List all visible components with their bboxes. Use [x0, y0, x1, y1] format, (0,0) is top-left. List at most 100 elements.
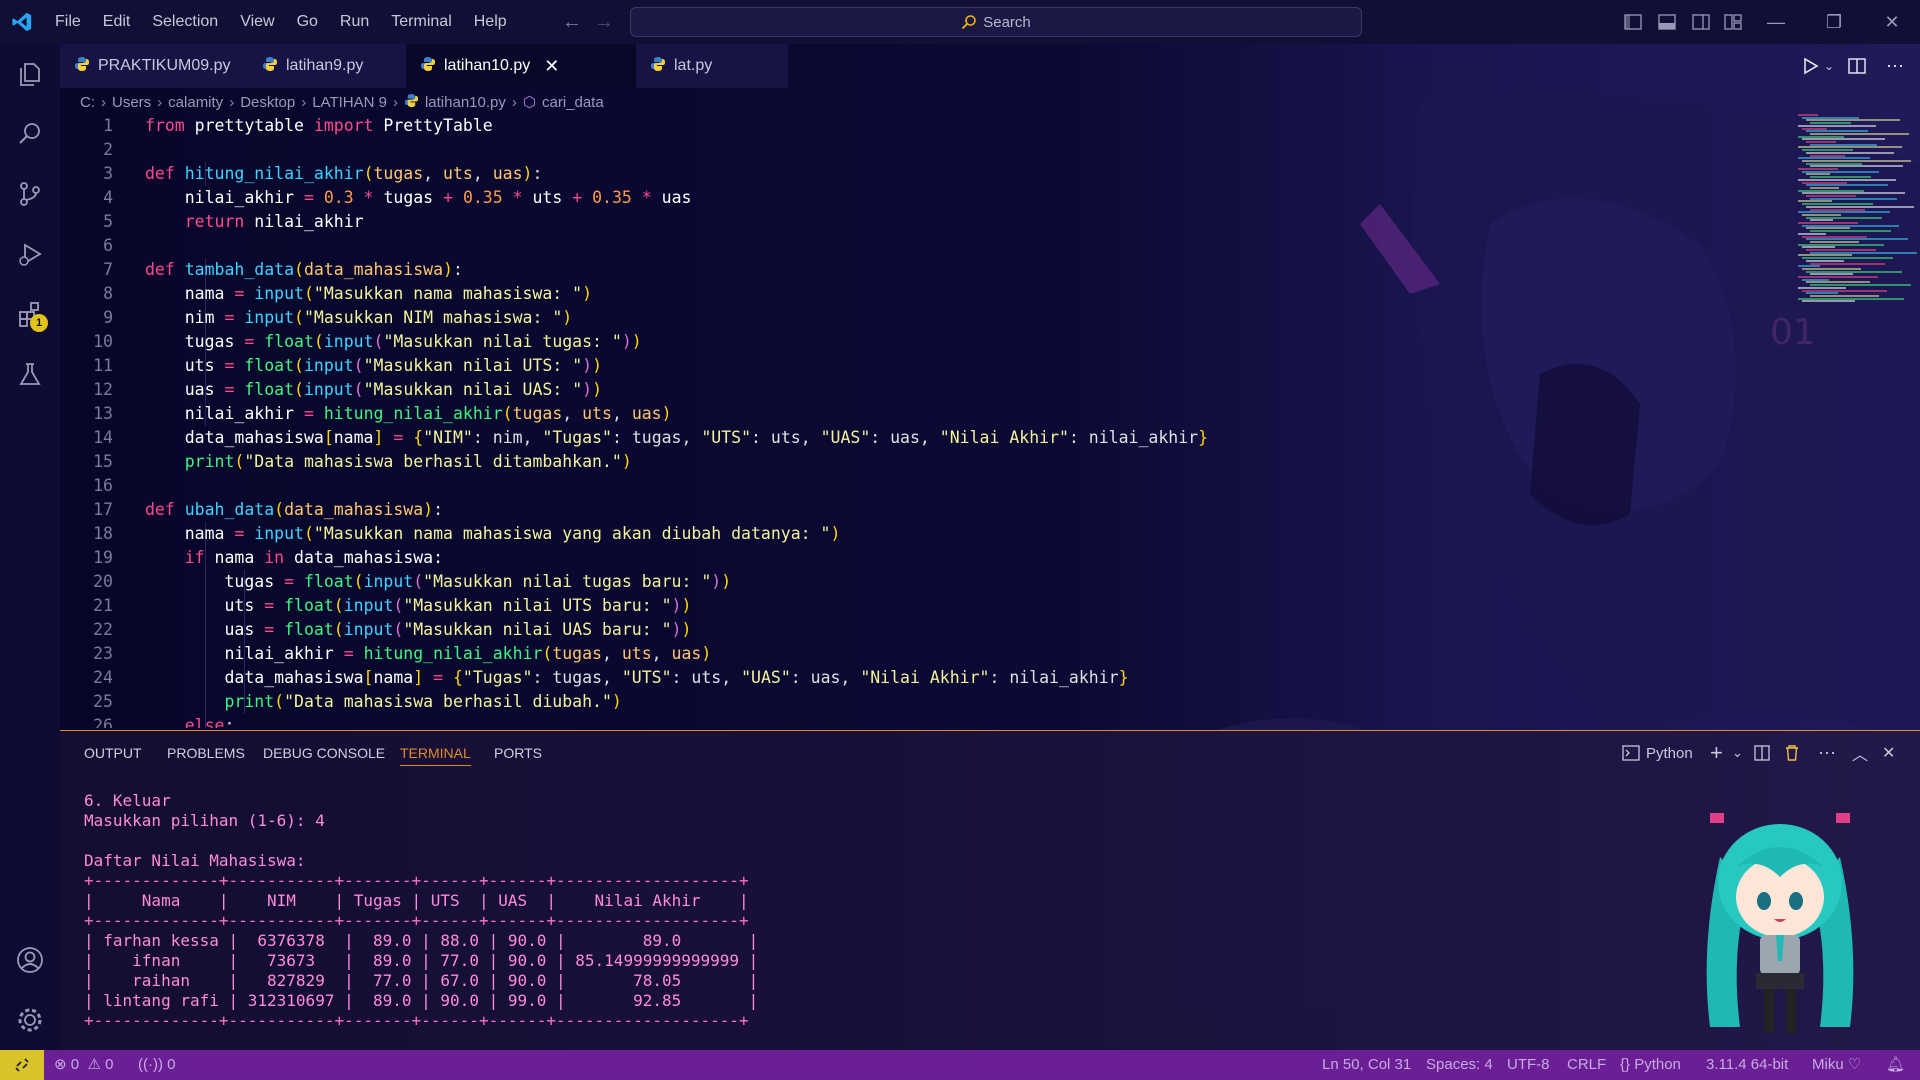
menu-go[interactable]: Go [286, 0, 329, 44]
search-view-icon[interactable] [0, 106, 60, 162]
breadcrumb-item[interactable]: C: [80, 94, 95, 111]
minimize-icon[interactable]: — [1756, 0, 1796, 44]
tab-debug-console[interactable]: DEBUG CONSOLE [263, 745, 385, 761]
run-dropdown-icon[interactable]: ⌄ [1824, 59, 1834, 73]
trash-icon[interactable] [1784, 741, 1800, 765]
code-text: nim = input("Masukkan NIM mahasiswa: ") [145, 306, 572, 330]
line-number: 13 [93, 404, 113, 423]
tab-latihan10[interactable]: latihan10.py ✕ [406, 44, 636, 88]
menu-run[interactable]: Run [329, 0, 380, 44]
menu-terminal[interactable]: Terminal [380, 0, 462, 44]
cursor-position[interactable]: Ln 50, Col 31 [1322, 1050, 1411, 1080]
code-token: import [313, 116, 374, 135]
eol-status[interactable]: CRLF [1567, 1050, 1606, 1080]
remote-connection-icon[interactable] [0, 1050, 44, 1080]
manage-gear-icon[interactable] [0, 992, 60, 1048]
code-token: ) [631, 332, 642, 351]
tab-latihan9[interactable]: latihan9.py [248, 44, 406, 88]
breadcrumb-item[interactable]: LATIHAN 9 [312, 94, 387, 111]
close-panel-icon[interactable]: ✕ [1882, 741, 1895, 765]
menu-view[interactable]: View [229, 0, 285, 44]
menu-help[interactable]: Help [463, 0, 518, 44]
maximize-panel-icon[interactable]: ︿ [1852, 741, 1868, 765]
menu-edit[interactable]: Edit [92, 0, 142, 44]
tab-praktikum09[interactable]: PRAKTIKUM09.py [60, 44, 248, 88]
breadcrumb-item[interactable]: Users [112, 94, 151, 111]
line-number: 17 [93, 500, 113, 519]
customize-layout-icon[interactable] [1713, 0, 1753, 44]
run-python-file-icon[interactable]: ⌄ [1800, 44, 1834, 88]
minimap-line [1810, 165, 1903, 168]
line-number: 12 [93, 380, 113, 399]
code-text: else: [145, 714, 235, 728]
run-debug-icon[interactable] [0, 226, 60, 282]
breadcrumb-item[interactable]: Desktop [240, 94, 295, 111]
code-token: def [145, 260, 175, 279]
chevron-down-icon[interactable]: ⌄ [1732, 741, 1743, 765]
menu-selection[interactable]: Selection [141, 0, 229, 44]
theme-status[interactable]: Miku ♡ [1812, 1050, 1861, 1080]
code-token: "Masukkan nilai UAS: " [363, 380, 583, 399]
extensions-icon[interactable]: 1 [0, 286, 60, 342]
code-text: print("Data mahasiswa berhasil diubah.") [145, 690, 621, 714]
tab-terminal[interactable]: TERMINAL [400, 745, 471, 766]
menu-file[interactable]: File [44, 0, 92, 44]
notifications-bell-icon[interactable]: 🔔︎ [1886, 1050, 1905, 1080]
split-terminal-icon[interactable] [1754, 741, 1770, 765]
minimap[interactable] [1792, 114, 1917, 304]
minimap-line [1810, 186, 1839, 189]
terminal-output[interactable]: 6. Keluar Masukkan pilihan (1-6): 4 Daftar… [84, 791, 758, 1031]
restore-icon[interactable]: ❐ [1814, 0, 1854, 44]
more-actions-icon[interactable]: ⋯ [1886, 44, 1904, 88]
code-token: if [184, 548, 205, 567]
tab-label: latihan10.py [444, 57, 531, 74]
code-token: + [443, 188, 453, 207]
encoding-status[interactable]: UTF-8 [1507, 1050, 1550, 1080]
code-token: "Data mahasiswa berhasil diubah." [284, 692, 612, 711]
more-actions-icon[interactable]: ⋯ [1818, 741, 1836, 765]
minimap-line [1798, 189, 1864, 192]
code-token: ) [681, 620, 692, 639]
testing-icon[interactable] [0, 346, 60, 402]
tab-ports[interactable]: PORTS [494, 745, 542, 761]
code-token: * [363, 188, 374, 207]
code-token: float [264, 332, 314, 351]
code-token: float [244, 356, 295, 375]
command-center-search[interactable]: Search [630, 7, 1362, 37]
code-token: ( [393, 596, 404, 615]
code-token: uts [145, 596, 265, 615]
line-number: 11 [93, 356, 113, 375]
code-token: float [284, 596, 334, 615]
python-interpreter[interactable]: 3.11.4 64-bit [1706, 1050, 1788, 1080]
back-arrow-icon[interactable]: ← [556, 11, 588, 34]
breadcrumb-item[interactable]: calamity [168, 94, 223, 111]
breadcrumb: C: › Users › calamity › Desktop › LATIHAN 9 ›… [80, 90, 604, 114]
tab-problems[interactable]: PROBLEMS [167, 745, 245, 761]
indentation-status[interactable]: Spaces: 4 [1426, 1050, 1493, 1080]
problems-status[interactable]: ⊗ 0 ⚠ 0 [54, 1050, 113, 1080]
terminal-profile-selector[interactable]: Python [1622, 741, 1693, 765]
explorer-icon[interactable] [0, 46, 60, 102]
code-editor[interactable]: 1 from prettytable import PrettyTable 2 3 de… [60, 114, 1780, 728]
line-number: 18 [93, 524, 113, 543]
code-token: tugas [512, 404, 563, 423]
split-editor-icon[interactable] [1848, 44, 1866, 88]
close-tab-icon[interactable]: ✕ [544, 56, 559, 77]
minimap-line [1810, 208, 1865, 211]
code-token: uas [651, 188, 692, 207]
forward-arrow-icon[interactable]: → [588, 11, 620, 34]
new-terminal-icon[interactable]: + [1710, 740, 1723, 765]
code-token: "Masukkan NIM mahasiswa: " [303, 308, 563, 327]
breadcrumb-item[interactable]: cari_data [542, 94, 604, 111]
accounts-icon[interactable] [0, 932, 60, 988]
close-window-icon[interactable]: ✕ [1872, 0, 1912, 44]
ports-status[interactable]: ((·)) 0 [138, 1050, 176, 1080]
language-mode[interactable]: {} Python [1620, 1050, 1681, 1080]
tab-output[interactable]: OUTPUT [84, 745, 142, 761]
breadcrumb-item[interactable]: latihan10.py [425, 94, 506, 111]
tab-lat[interactable]: lat.py [636, 44, 788, 88]
minimap-line [1798, 276, 1878, 278]
minimap-line [1810, 197, 1897, 200]
source-control-icon[interactable] [0, 166, 60, 222]
